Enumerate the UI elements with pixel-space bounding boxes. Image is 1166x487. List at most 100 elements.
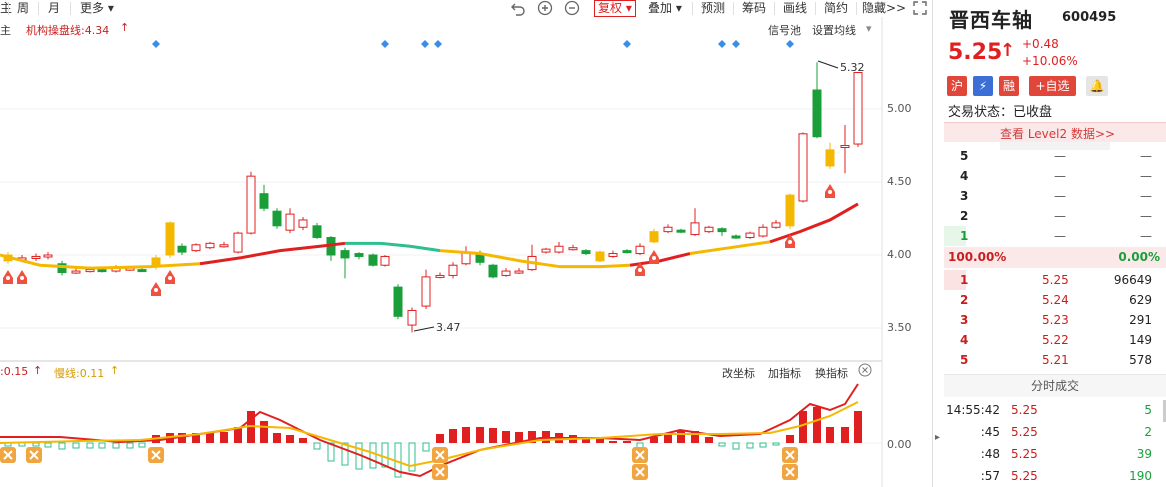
candle-body [85, 269, 95, 273]
candle-body [608, 253, 618, 257]
macd-bar [449, 429, 457, 443]
order-level: 3 [960, 189, 969, 203]
macd-bar [369, 442, 377, 469]
order-level: 1 [960, 273, 969, 287]
slow-line [0, 401, 859, 468]
splitter-arrow-icon[interactable]: ▸ [935, 432, 940, 443]
margin-badge: 融 [999, 76, 1019, 96]
order-volume: 149 [1129, 333, 1152, 347]
candle-body [354, 253, 364, 257]
signal-diamond-icon [152, 40, 160, 48]
rocket-window-icon [20, 276, 24, 280]
level2-banner[interactable]: 查看 Level2 数据>> [944, 122, 1166, 142]
candle-body [312, 225, 322, 238]
sell-order-row: 5 — — [944, 146, 1166, 166]
tick-row: :48 5.25 39 [944, 444, 1166, 464]
macd-bar [813, 407, 821, 443]
rocket-window-icon [828, 190, 832, 194]
candle-body [259, 193, 269, 209]
high-annotation: 5.32 [840, 61, 865, 74]
macd-bar [799, 411, 807, 443]
buy-order-row: 1 5.25 96649 [944, 270, 1166, 290]
change-axis-button[interactable]: 改坐标 [722, 365, 755, 381]
macd-bar [732, 442, 740, 450]
quote-panel: 晋西车轴 600495 5.25 ↑ +0.48 +10.06% 沪 ⚡ 融 +… [944, 0, 1166, 487]
macd-bar [112, 442, 120, 449]
signal-diamond-icon [786, 40, 794, 48]
order-volume: 96649 [1113, 273, 1152, 287]
lightning-badge-icon[interactable]: ⚡ [973, 76, 993, 96]
candle-body [205, 242, 215, 249]
zero-axis-label: 0.00 [887, 438, 912, 451]
order-price: — [1054, 149, 1066, 163]
candle-body [421, 276, 431, 307]
rocket-window-icon [6, 276, 10, 280]
candle-body [649, 231, 659, 243]
order-level: 5 [960, 149, 969, 163]
order-level: 2 [960, 209, 969, 223]
candle-body [340, 250, 350, 259]
macd-bar [32, 442, 40, 447]
add-indicator-button[interactable]: 加指标 [768, 365, 801, 381]
arrow-up-icon: ↑ [33, 364, 43, 377]
fast-line-label: :0.15 [0, 365, 29, 378]
candle-body [595, 251, 605, 262]
rocket-window-icon [638, 268, 642, 272]
candle-body [501, 270, 511, 276]
candle-body [177, 245, 187, 253]
macd-bar [841, 427, 849, 443]
candle-body [368, 254, 378, 266]
close-icon[interactable] [858, 363, 872, 377]
tick-row: :57 5.25 190 [944, 466, 1166, 486]
candle-body [137, 269, 147, 273]
price-change: +0.48 [1022, 37, 1059, 51]
candle-body [233, 232, 243, 253]
candle-body [71, 270, 81, 274]
macd-bar [489, 428, 497, 443]
macd-bar [313, 442, 321, 450]
candle-body [676, 229, 686, 233]
rocket-window-icon [154, 288, 158, 292]
slow-line-label: 慢线:0.11 [54, 367, 105, 380]
add-favorite-button[interactable]: +自选 [1029, 76, 1076, 96]
tick-volume: 2 [1144, 425, 1152, 439]
candle-body [745, 232, 755, 238]
buy-order-row: 5 5.21 578 [944, 350, 1166, 370]
macd-bar [58, 442, 66, 450]
order-price: 5.21 [1042, 353, 1069, 367]
tick-time: 14:55:42 [946, 403, 1000, 417]
order-price: — [1054, 209, 1066, 223]
signal-diamond-icon [623, 40, 631, 48]
macd-bar [623, 441, 631, 443]
macd-bar [705, 437, 713, 443]
candlestick-svg [0, 17, 883, 487]
macd-bar [98, 442, 106, 449]
macd-bar [436, 434, 444, 443]
sell-order-row: 3 — — [944, 186, 1166, 206]
tick-time: :57 [980, 469, 1000, 483]
macd-bar [462, 427, 470, 443]
order-price: — [1054, 169, 1066, 183]
candle-body [31, 255, 41, 259]
candle-body [717, 228, 727, 233]
alert-bell-icon[interactable]: 🔔 [1086, 76, 1108, 96]
tick-price: 5.25 [1011, 403, 1038, 417]
candle-body [635, 245, 645, 255]
tick-price: 5.25 [1011, 469, 1038, 483]
level2-link[interactable]: 查看 Level2 数据>> [1000, 125, 1115, 142]
candle-body [298, 219, 308, 228]
macd-bar [772, 442, 780, 446]
kline-chart-area[interactable]: 主 周 月 更多 ▾ 复权 ▾ 叠加 ▾ 预测 筹码 画线 简约 隐藏>> 主 … [0, 0, 932, 487]
candle-body [393, 286, 403, 317]
switch-indicator-button[interactable]: 换指标 [815, 365, 848, 381]
order-volume: — [1140, 209, 1152, 223]
macd-bar [609, 441, 617, 443]
order-level: 1 [960, 229, 969, 243]
tick-volume: 5 [1144, 403, 1152, 417]
signal-diamond-icon [421, 40, 429, 48]
candle-body [246, 175, 256, 234]
institutional-line [345, 241, 441, 253]
candle-body [785, 194, 795, 227]
tick-price: 5.25 [1011, 425, 1038, 439]
buy-order-row: 2 5.24 629 [944, 290, 1166, 310]
